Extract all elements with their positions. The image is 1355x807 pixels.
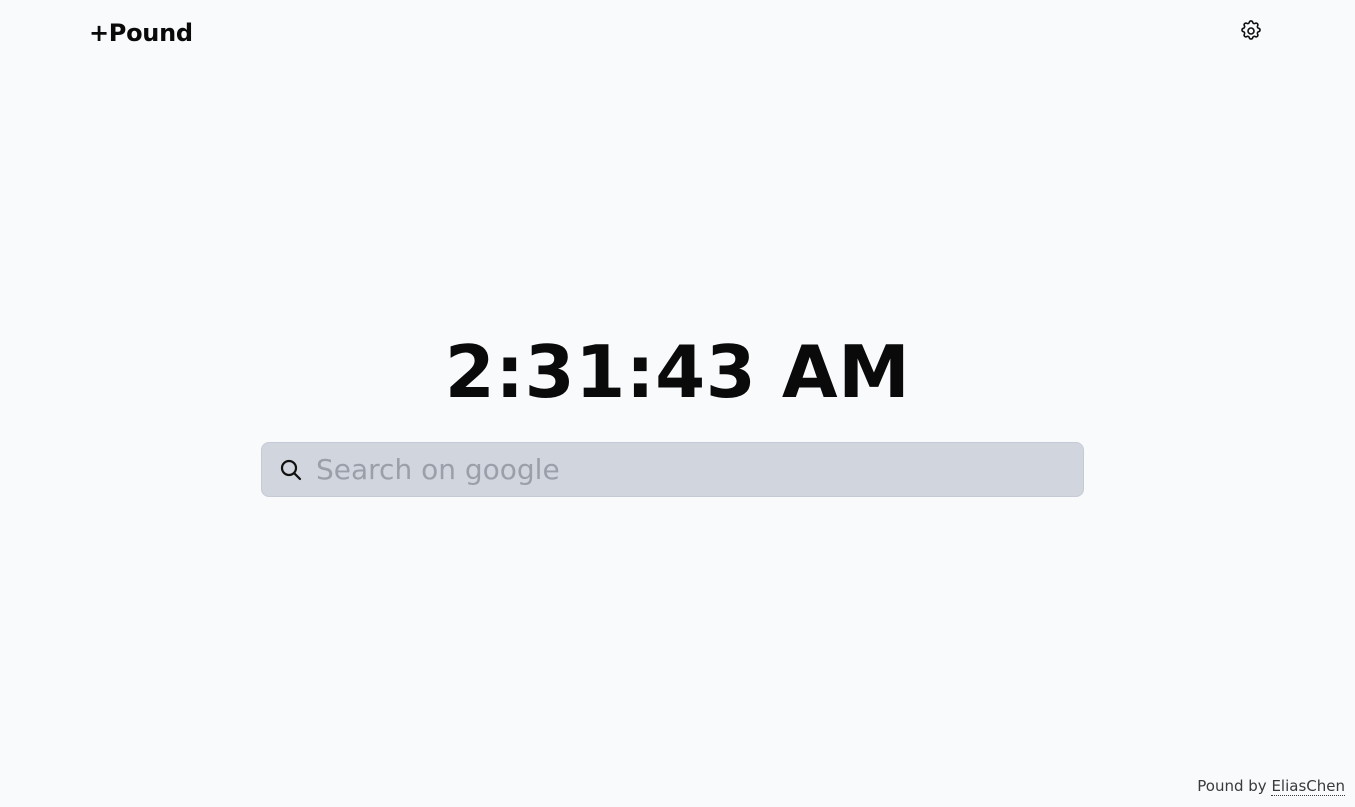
search-icon — [278, 457, 304, 483]
gear-icon — [1241, 20, 1261, 40]
search-bar — [261, 442, 1084, 497]
footer-credit: Pound by EliasChen — [1197, 777, 1345, 796]
clock-display: 2:31:43 AM — [444, 330, 911, 414]
search-input[interactable] — [304, 443, 1083, 496]
settings-button[interactable] — [1239, 19, 1263, 43]
brand-logo[interactable]: +Pound — [89, 17, 193, 49]
author-link[interactable]: EliasChen — [1271, 777, 1345, 796]
footer-prefix: Pound by — [1197, 777, 1272, 795]
